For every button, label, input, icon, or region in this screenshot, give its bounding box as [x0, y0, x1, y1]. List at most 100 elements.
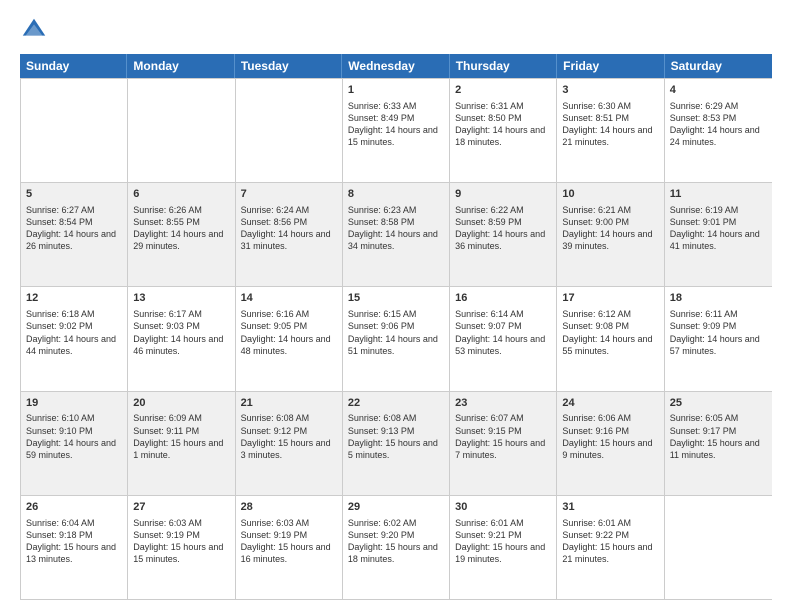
day-number: 2 — [455, 83, 551, 98]
calendar-cell: 28 Sunrise: 6:03 AMSunset: 9:19 PMDayligh… — [236, 496, 343, 599]
calendar-cell: 25Sunrise: 6:05 AMSunset: 9:17 PMDayligh… — [665, 392, 772, 495]
header — [20, 16, 772, 44]
calendar-row: 5Sunrise: 6:27 AMSunset: 8:54 PMDaylight… — [21, 182, 772, 286]
day-number: 9 — [455, 187, 551, 202]
calendar-row: 19Sunrise: 6:10 AMSunset: 9:10 PMDayligh… — [21, 391, 772, 495]
cell-info: Sunrise: 6:10 AMSunset: 9:10 PMDaylight:… — [26, 412, 122, 461]
calendar-header: SundayMondayTuesdayWednesdayThursdayFrid… — [20, 54, 772, 78]
calendar-cell: 22Sunrise: 6:08 AMSunset: 9:13 PMDayligh… — [343, 392, 450, 495]
cell-info: Sunrise: 6:02 AMSunset: 9:20 PMDaylight:… — [348, 517, 444, 566]
calendar-cell: 4Sunrise: 6:29 AMSunset: 8:53 PMDaylight… — [665, 79, 772, 182]
calendar-cell: 19Sunrise: 6:10 AMSunset: 9:10 PMDayligh… — [21, 392, 128, 495]
day-number: 6 — [133, 187, 229, 202]
day-number: 28 — [241, 500, 337, 515]
calendar-cell: 10 Sunrise: 6:21 AMSunset: 9:00 PMDayligh… — [557, 183, 664, 286]
day-number: 24 — [562, 396, 658, 411]
cell-info: Sunrise: 6:05 AMSunset: 9:17 PMDaylight:… — [670, 412, 767, 461]
day-number: 31 — [562, 500, 658, 515]
cell-info: Sunrise: 6:17 AMSunset: 9:03 PMDaylight:… — [133, 308, 229, 357]
calendar-cell: 1Sunrise: 6:33 AMSunset: 8:49 PMDaylight… — [343, 79, 450, 182]
cell-info: Sunrise: 6:31 AMSunset: 8:50 PMDaylight:… — [455, 100, 551, 149]
calendar-cell: 9 Sunrise: 6:22 AMSunset: 8:59 PMDaylight… — [450, 183, 557, 286]
calendar-cell: 21Sunrise: 6:08 AMSunset: 9:12 PMDayligh… — [236, 392, 343, 495]
day-number: 21 — [241, 396, 337, 411]
cell-info: Sunrise: 6:01 AMSunset: 9:21 PMDaylight:… — [455, 517, 551, 566]
day-number: 13 — [133, 291, 229, 306]
cell-info: Sunrise: 6:06 AMSunset: 9:16 PMDaylight:… — [562, 412, 658, 461]
day-number: 8 — [348, 187, 444, 202]
calendar-cell — [236, 79, 343, 182]
weekday-header: Saturday — [665, 54, 772, 78]
calendar-cell: 13 Sunrise: 6:17 AMSunset: 9:03 PMDayligh… — [128, 287, 235, 390]
weekday-header: Tuesday — [235, 54, 342, 78]
cell-info: Sunrise: 6:26 AMSunset: 8:55 PMDaylight:… — [133, 204, 229, 253]
cell-info: Sunrise: 6:23 AMSunset: 8:58 PMDaylight:… — [348, 204, 444, 253]
calendar-cell: 23Sunrise: 6:07 AMSunset: 9:15 PMDayligh… — [450, 392, 557, 495]
calendar-cell: 2 Sunrise: 6:31 AMSunset: 8:50 PMDaylight… — [450, 79, 557, 182]
day-number: 16 — [455, 291, 551, 306]
cell-info: Sunrise: 6:21 AMSunset: 9:00 PMDaylight:… — [562, 204, 658, 253]
cell-info: Sunrise: 6:11 AMSunset: 9:09 PMDaylight:… — [670, 308, 767, 357]
calendar-cell: 14Sunrise: 6:16 AMSunset: 9:05 PMDayligh… — [236, 287, 343, 390]
cell-info: Sunrise: 6:12 AMSunset: 9:08 PMDaylight:… — [562, 308, 658, 357]
day-number: 23 — [455, 396, 551, 411]
calendar-cell: 15 Sunrise: 6:15 AMSunset: 9:06 PMDayligh… — [343, 287, 450, 390]
calendar-row: 12 Sunrise: 6:18 AMSunset: 9:02 PMDayligh… — [21, 286, 772, 390]
calendar: SundayMondayTuesdayWednesdayThursdayFrid… — [20, 54, 772, 600]
cell-info: Sunrise: 6:03 AMSunset: 9:19 PMDaylight:… — [241, 517, 337, 566]
day-number: 5 — [26, 187, 122, 202]
weekday-header: Thursday — [450, 54, 557, 78]
cell-info: Sunrise: 6:24 AMSunset: 8:56 PMDaylight:… — [241, 204, 337, 253]
cell-info: Sunrise: 6:15 AMSunset: 9:06 PMDaylight:… — [348, 308, 444, 357]
cell-info: Sunrise: 6:09 AMSunset: 9:11 PMDaylight:… — [133, 412, 229, 461]
cell-info: Sunrise: 6:14 AMSunset: 9:07 PMDaylight:… — [455, 308, 551, 357]
cell-info: Sunrise: 6:18 AMSunset: 9:02 PMDaylight:… — [26, 308, 122, 357]
day-number: 15 — [348, 291, 444, 306]
calendar-cell: 11 Sunrise: 6:19 AMSunset: 9:01 PMDayligh… — [665, 183, 772, 286]
calendar-cell: 31 Sunrise: 6:01 AMSunset: 9:22 PMDayligh… — [557, 496, 664, 599]
calendar-cell: 26 Sunrise: 6:04 AMSunset: 9:18 PMDayligh… — [21, 496, 128, 599]
day-number: 4 — [670, 83, 767, 98]
weekday-header: Wednesday — [342, 54, 449, 78]
calendar-cell: 3Sunrise: 6:30 AMSunset: 8:51 PMDaylight… — [557, 79, 664, 182]
weekday-header: Monday — [127, 54, 234, 78]
calendar-cell: 7 Sunrise: 6:24 AMSunset: 8:56 PMDaylight… — [236, 183, 343, 286]
day-number: 11 — [670, 187, 767, 202]
calendar-cell: 6 Sunrise: 6:26 AMSunset: 8:55 PMDaylight… — [128, 183, 235, 286]
weekday-header: Friday — [557, 54, 664, 78]
day-number: 7 — [241, 187, 337, 202]
cell-info: Sunrise: 6:30 AMSunset: 8:51 PMDaylight:… — [562, 100, 658, 149]
cell-info: Sunrise: 6:03 AMSunset: 9:19 PMDaylight:… — [133, 517, 229, 566]
cell-info: Sunrise: 6:07 AMSunset: 9:15 PMDaylight:… — [455, 412, 551, 461]
day-number: 29 — [348, 500, 444, 515]
calendar-row: 1Sunrise: 6:33 AMSunset: 8:49 PMDaylight… — [21, 78, 772, 182]
day-number: 22 — [348, 396, 444, 411]
day-number: 12 — [26, 291, 122, 306]
calendar-row: 26 Sunrise: 6:04 AMSunset: 9:18 PMDayligh… — [21, 495, 772, 599]
day-number: 19 — [26, 396, 122, 411]
cell-info: Sunrise: 6:19 AMSunset: 9:01 PMDaylight:… — [670, 204, 767, 253]
day-number: 20 — [133, 396, 229, 411]
cell-info: Sunrise: 6:01 AMSunset: 9:22 PMDaylight:… — [562, 517, 658, 566]
calendar-body: 1Sunrise: 6:33 AMSunset: 8:49 PMDaylight… — [20, 78, 772, 600]
calendar-cell: 5Sunrise: 6:27 AMSunset: 8:54 PMDaylight… — [21, 183, 128, 286]
day-number: 25 — [670, 396, 767, 411]
calendar-cell: 8 Sunrise: 6:23 AMSunset: 8:58 PMDaylight… — [343, 183, 450, 286]
cell-info: Sunrise: 6:33 AMSunset: 8:49 PMDaylight:… — [348, 100, 444, 149]
page: SundayMondayTuesdayWednesdayThursdayFrid… — [0, 0, 792, 612]
logo-icon — [20, 16, 48, 44]
cell-info: Sunrise: 6:22 AMSunset: 8:59 PMDaylight:… — [455, 204, 551, 253]
calendar-cell: 29 Sunrise: 6:02 AMSunset: 9:20 PMDayligh… — [343, 496, 450, 599]
calendar-cell: 12 Sunrise: 6:18 AMSunset: 9:02 PMDayligh… — [21, 287, 128, 390]
day-number: 18 — [670, 291, 767, 306]
cell-info: Sunrise: 6:04 AMSunset: 9:18 PMDaylight:… — [26, 517, 122, 566]
day-number: 26 — [26, 500, 122, 515]
calendar-cell: 30 Sunrise: 6:01 AMSunset: 9:21 PMDayligh… — [450, 496, 557, 599]
calendar-cell: 18 Sunrise: 6:11 AMSunset: 9:09 PMDayligh… — [665, 287, 772, 390]
cell-info: Sunrise: 6:16 AMSunset: 9:05 PMDaylight:… — [241, 308, 337, 357]
calendar-cell: 17Sunrise: 6:12 AMSunset: 9:08 PMDayligh… — [557, 287, 664, 390]
calendar-cell: 27Sunrise: 6:03 AMSunset: 9:19 PMDayligh… — [128, 496, 235, 599]
day-number: 10 — [562, 187, 658, 202]
day-number: 30 — [455, 500, 551, 515]
weekday-header: Sunday — [20, 54, 127, 78]
